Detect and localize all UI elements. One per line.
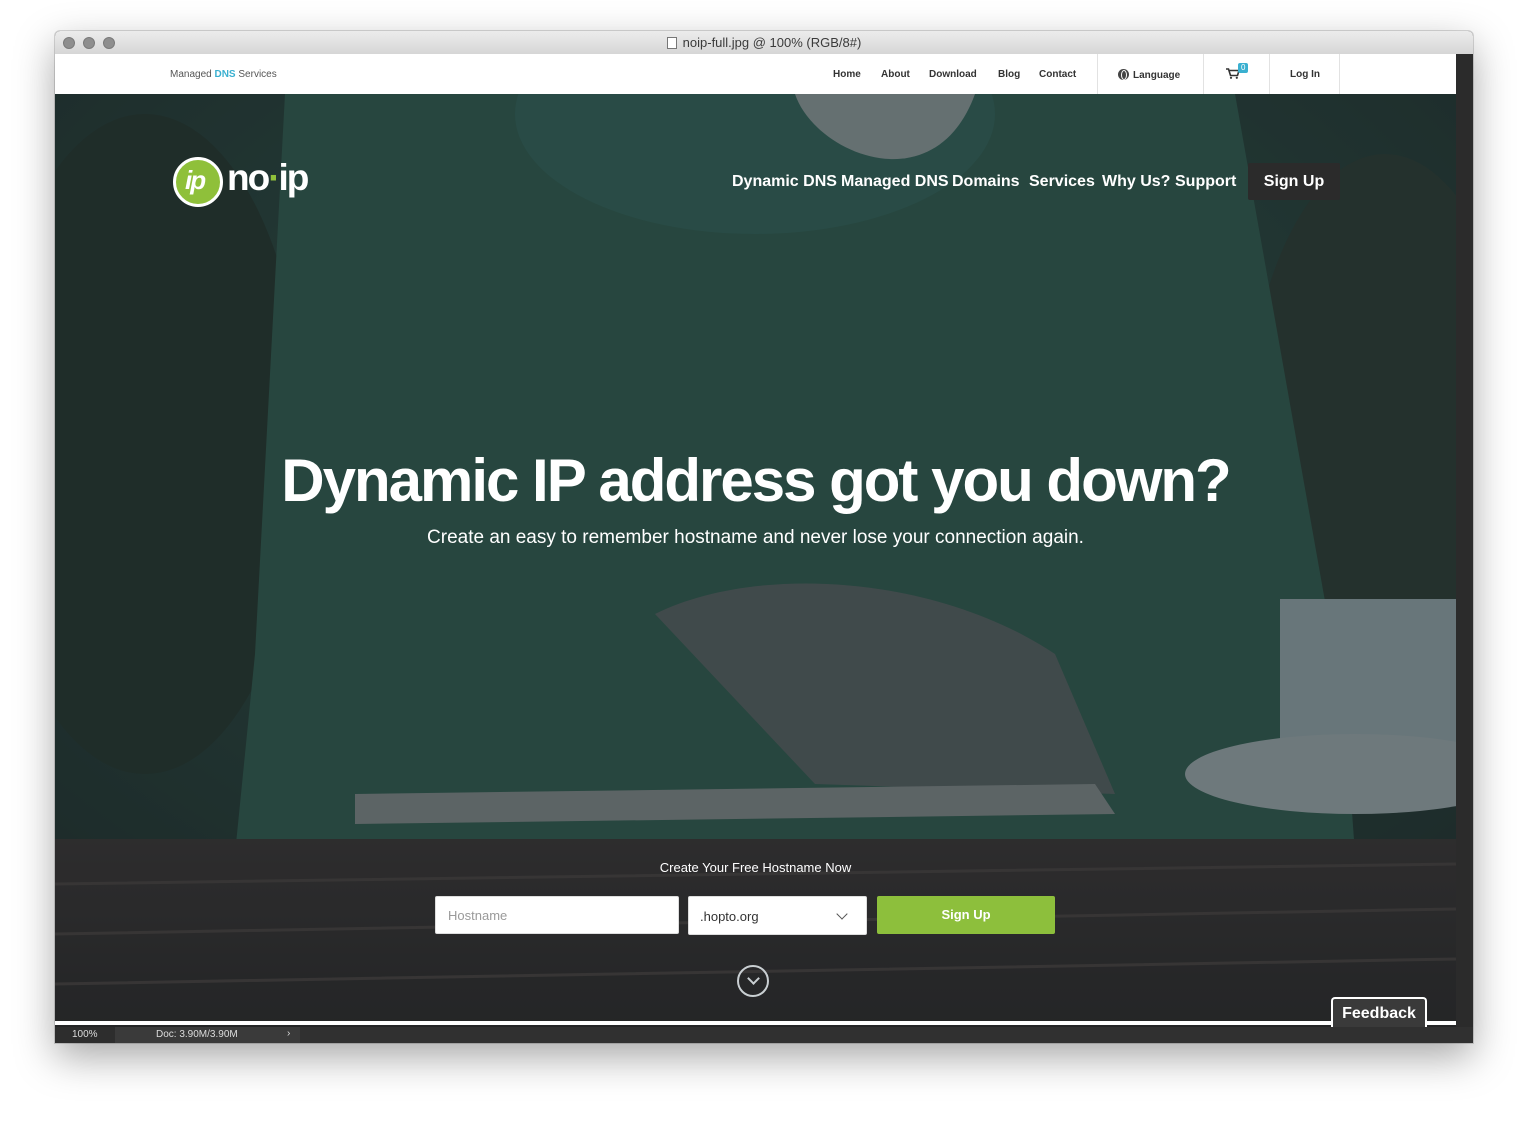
login-link[interactable]: Log In xyxy=(1290,69,1320,80)
brand-highlight: DNS xyxy=(214,69,236,80)
divider xyxy=(1097,54,1098,94)
logo-mark-text: ip xyxy=(185,165,206,195)
document-canvas: Managed DNS Services Home About Download… xyxy=(55,54,1456,1029)
zoom-level[interactable]: 100% xyxy=(55,1027,115,1043)
divider xyxy=(1203,54,1204,94)
nav-dynamic-dns[interactable]: Dynamic DNS xyxy=(732,173,837,191)
nav-support[interactable]: Support xyxy=(1175,173,1236,191)
window-title-text: noip-full.jpg @ 100% (RGB/8#) xyxy=(682,35,862,50)
toplink-contact[interactable]: Contact xyxy=(1039,69,1076,80)
logo-mark: ip xyxy=(173,157,223,207)
cart-count-badge: 0 xyxy=(1238,63,1249,73)
status-bar-fill xyxy=(300,1027,1473,1043)
nav-managed-dns[interactable]: Managed DNS xyxy=(841,173,949,191)
utility-bar: Managed DNS Services Home About Download… xyxy=(55,54,1456,95)
logo-word-no: no xyxy=(227,157,270,198)
status-bar: 100% Doc: 3.90M/3.90M › xyxy=(55,1027,1473,1043)
hostname-signup-button[interactable]: Sign Up xyxy=(877,896,1055,934)
logo-wordmark: no·ip xyxy=(227,157,310,199)
nav-why-us[interactable]: Why Us? xyxy=(1102,173,1170,191)
hostname-input[interactable] xyxy=(435,896,679,934)
brand-tagline: Managed DNS Services xyxy=(170,69,277,80)
toplink-download[interactable]: Download xyxy=(929,69,977,80)
window-titlebar: noip-full.jpg @ 100% (RGB/8#) xyxy=(55,31,1473,55)
toplink-about[interactable]: About xyxy=(881,69,910,80)
toplink-blog[interactable]: Blog xyxy=(998,69,1020,80)
toplink-home[interactable]: Home xyxy=(833,69,861,80)
app-window: noip-full.jpg @ 100% (RGB/8#) Managed DN… xyxy=(55,31,1473,1043)
logo-word-ip: ip xyxy=(278,157,310,198)
divider xyxy=(1269,54,1270,94)
domain-select-value: .hopto.org xyxy=(700,909,759,924)
hero-headline: Dynamic IP address got you down? xyxy=(281,447,1231,514)
document-icon xyxy=(666,37,677,49)
scroll-down-icon[interactable] xyxy=(737,965,769,997)
window-title: noip-full.jpg @ 100% (RGB/8#) xyxy=(55,35,1473,50)
domain-select[interactable]: .hopto.org xyxy=(688,896,867,935)
nav-signup-button[interactable]: Sign Up xyxy=(1248,163,1340,200)
chevron-down-icon xyxy=(836,908,848,920)
globe-icon xyxy=(1118,69,1129,80)
hero-section: ip no·ip Dynamic DNS Managed DNS Domains… xyxy=(55,94,1456,1029)
brand-prefix: Managed xyxy=(170,69,212,80)
language-selector[interactable]: Language xyxy=(1118,69,1180,81)
vertical-scrollbar[interactable] xyxy=(1456,54,1473,1029)
nav-services[interactable]: Services xyxy=(1029,173,1095,191)
hero-subhead: Create an easy to remember hostname and … xyxy=(427,527,1084,548)
section-divider xyxy=(55,1021,1456,1025)
cta-label: Create Your Free Hostname Now xyxy=(659,860,852,875)
hero-overlay xyxy=(55,94,1456,1029)
divider xyxy=(1339,54,1340,94)
doc-size: Doc: 3.90M/3.90M xyxy=(156,1029,238,1040)
brand-suffix: Services xyxy=(238,69,277,80)
language-label: Language xyxy=(1133,70,1181,81)
logo-dot: · xyxy=(268,157,280,198)
feedback-tab[interactable]: Feedback xyxy=(1331,997,1427,1029)
status-menu-arrow[interactable]: › xyxy=(287,1028,290,1039)
nav-domains[interactable]: Domains xyxy=(952,173,1020,191)
